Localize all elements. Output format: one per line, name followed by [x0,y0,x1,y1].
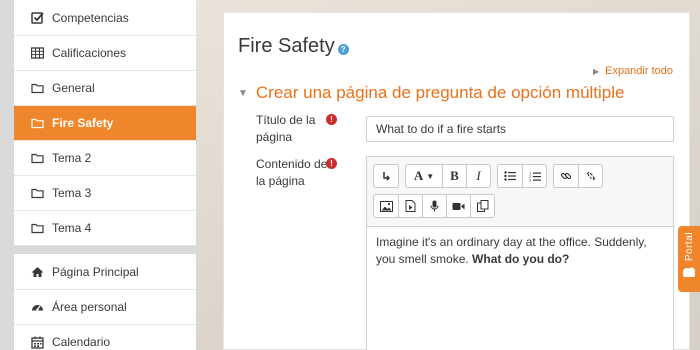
content-field-label: Contenido de la página [256,157,328,188]
help-icon[interactable]: ? [337,43,349,55]
editor-toolbar-row-1: A ▼ B I 123 [373,164,603,188]
sidebar-item-label: Tema 3 [52,186,92,200]
dropdown-caret-icon: ▼ [426,171,435,181]
files-icon [476,200,488,212]
sidebar-item-fire-safety[interactable]: Fire Safety [14,105,196,140]
sidebar-item-label: Calificaciones [52,46,127,60]
toolbar-group: A ▼ B I [405,164,491,188]
checkbox-icon [30,11,44,25]
link-icon [560,172,572,180]
video-camera-icon [452,202,465,210]
paragraph-styles-button[interactable]: A ▼ [406,165,442,187]
folder-icon [30,151,44,165]
editor-content-area[interactable]: Imagine it's an ordinary day at the offi… [367,226,673,350]
required-icon: ! [326,158,337,169]
unlink-button[interactable] [578,165,602,187]
section-header[interactable]: ▼ Crear una página de pregunta de opción… [238,83,625,103]
portal-tab-label: Portal [683,232,695,262]
sidebar-item-calendario[interactable]: Calendario [14,324,196,350]
required-icon: ! [326,114,337,125]
toolbar-group [553,164,603,188]
editor-toolbar-row-2 [373,194,495,218]
sidebar-item-label: Tema 4 [52,221,92,235]
link-button[interactable] [554,165,578,187]
insert-image-button[interactable] [374,195,398,217]
record-video-button[interactable] [446,195,470,217]
toggle-toolbar-icon [383,172,391,181]
sidebar-item-calificaciones[interactable]: Calificaciones [14,35,196,70]
sidebar-item-label: Calendario [52,335,111,349]
page-title: Fire Safety ? [238,35,349,58]
portal-tab[interactable]: Portal [678,226,700,292]
toolbar-group [373,164,399,188]
italic-button[interactable]: I [466,165,490,187]
folder-icon [30,221,44,235]
media-file-icon [405,200,416,212]
sidebar-item-tema-2[interactable]: Tema 2 [14,140,196,175]
sidebar-item-label: Página Principal [52,264,139,279]
sidebar-item-tema-4[interactable]: Tema 4 [14,210,196,245]
record-audio-button[interactable] [422,195,446,217]
bullet-list-icon [504,171,516,181]
expand-all-link[interactable]: ▶ Expandir todo [593,65,673,77]
portal-logo-icon [683,267,695,278]
sidebar-item-label: Competencias [52,10,129,25]
sidebar-item-area-personal[interactable]: Área personal [14,289,196,324]
toolbar-group: 123 [497,164,547,188]
expand-triangle-icon: ▶ [592,66,600,76]
dashboard-icon [30,300,44,314]
expand-all-label: Expandir todo [605,65,673,77]
site-nav: Página Principal Área personal Calendari… [14,254,196,350]
sidebar-divider [14,246,196,254]
sidebar-item-general[interactable]: General [14,70,196,105]
sidebar-item-label: Área personal [52,300,127,314]
home-icon [30,265,44,279]
main-content: Fire Safety ? ▶ Expandir todo ▼ Crear un… [223,12,690,350]
table-icon [30,46,44,60]
image-icon [379,200,393,212]
sidebar-item-pagina-principal[interactable]: Página Principal [14,254,196,289]
sidebar-item-label: Fire Safety [52,116,114,130]
ordered-list-button[interactable]: 123 [522,165,546,187]
page-title-input[interactable] [366,116,674,142]
sidebar-item-label: General [52,81,95,95]
sidebar-item-label: Tema 2 [52,151,92,165]
title-field-label: Título de la página [256,113,316,144]
course-sidebar: Competencias Calificaciones General Fire… [14,0,196,350]
bold-label: B [450,168,459,183]
calendar-icon [30,335,44,349]
section-title: Crear una página de pregunta de opción m… [255,83,625,102]
editor-bold-text: What do you do? [472,252,570,266]
show-more-buttons-button[interactable] [374,165,398,187]
font-style-label: A [413,168,424,183]
folder-icon [30,116,44,130]
unordered-list-button[interactable] [498,165,522,187]
microphone-icon [430,200,439,212]
content-editor: A ▼ B I 123 Imagine it's an ordinary day… [366,156,674,350]
collapse-caret-icon: ▼ [238,87,248,99]
italic-label: I [476,168,481,183]
sidebar-item-competencias[interactable]: Competencias [14,0,196,35]
sidebar-item-tema-3[interactable]: Tema 3 [14,175,196,210]
svg-text:3: 3 [529,178,531,182]
numbered-list-icon: 123 [529,171,541,182]
folder-icon [30,81,44,95]
page-title-text: Fire Safety [238,35,335,57]
bold-button[interactable]: B [442,165,466,187]
toolbar-group [373,194,495,218]
course-nav: Competencias Calificaciones General Fire… [14,0,196,246]
unlink-icon [586,171,595,181]
manage-files-button[interactable] [470,195,494,217]
folder-icon [30,186,44,200]
insert-media-button[interactable] [398,195,422,217]
